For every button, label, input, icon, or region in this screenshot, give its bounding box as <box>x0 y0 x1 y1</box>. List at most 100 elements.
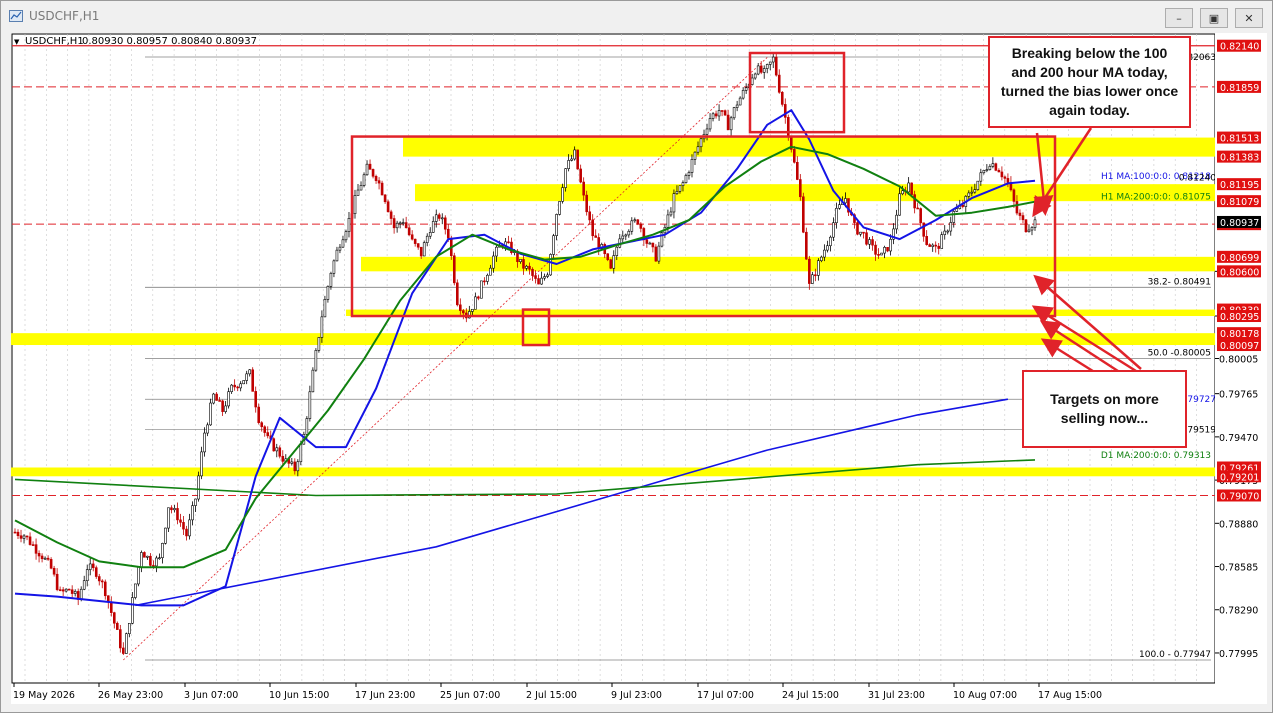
maximize-icon: ▣ <box>1208 11 1220 25</box>
candle-body <box>52 567 56 575</box>
candle-body <box>895 214 898 230</box>
candle-body <box>155 557 158 567</box>
candle-body <box>549 254 552 276</box>
candle-body <box>1027 229 1031 233</box>
candle-body <box>952 211 956 223</box>
candle-body <box>627 230 631 236</box>
candle-body <box>651 242 655 248</box>
minimize-button[interactable]: – <box>1165 8 1193 28</box>
candle-body <box>546 274 549 277</box>
candle-body <box>332 260 336 274</box>
candle-body <box>446 228 450 239</box>
y-tick-label: 0.77995 <box>1219 649 1258 660</box>
candle-body <box>170 507 173 511</box>
price-chart[interactable]: 38.2- 0.80491 50.0 -0.80005 100.0 - 0.7794… <box>11 33 1267 704</box>
support-resistance-band <box>11 333 1215 346</box>
y-tick-label: 0.78880 <box>1219 519 1258 530</box>
candle-body <box>1024 219 1028 233</box>
candle-body <box>329 272 333 287</box>
fib-level-label: 38.2- 0.80491 <box>1148 277 1211 287</box>
candle-body <box>182 522 185 530</box>
fib-level-label: 100.0 - 0.77947 <box>1139 650 1211 660</box>
chart-area[interactable]: 38.2- 0.80491 50.0 -0.80005 100.0 - 0.7794… <box>11 33 1267 704</box>
candle-body <box>708 118 712 130</box>
candle-body <box>937 245 941 249</box>
candle-body <box>859 231 862 235</box>
candle-body <box>922 222 925 237</box>
candle-body <box>317 337 321 351</box>
candle-body <box>347 218 351 232</box>
candle-body <box>525 265 528 269</box>
candle-body <box>844 198 847 204</box>
candle-body <box>221 400 224 412</box>
candle-body <box>594 235 598 238</box>
candle-body <box>1015 201 1019 214</box>
candle-body <box>817 260 820 276</box>
candle-body <box>832 222 835 238</box>
candle-body <box>474 296 477 310</box>
candle-body <box>717 110 721 117</box>
candle-body <box>91 563 95 568</box>
candle-body <box>58 589 62 591</box>
candle-body <box>1012 189 1016 202</box>
candle-body <box>152 565 155 567</box>
candle-body <box>988 166 992 170</box>
candle-body <box>681 182 685 187</box>
candle-body <box>1033 219 1037 228</box>
candle-body <box>37 553 41 557</box>
candle-body <box>395 222 399 229</box>
candle-body <box>314 350 318 371</box>
candle-body <box>179 519 182 523</box>
reference-label: 0.81240 <box>1179 174 1216 184</box>
candle-body <box>687 172 691 176</box>
candle-body <box>275 447 279 452</box>
candle-body <box>561 187 564 202</box>
candle-body <box>799 179 802 198</box>
candle-body <box>723 110 727 116</box>
candle-body <box>368 163 372 170</box>
candle-body <box>705 128 709 135</box>
candle-body <box>116 622 119 630</box>
candle-body <box>591 219 594 237</box>
candle-body <box>239 383 242 389</box>
candle-body <box>814 274 817 277</box>
candle-body <box>762 68 766 73</box>
candle-body <box>266 432 270 437</box>
ma-label: D1 MA:200:0:0: 0.79313 <box>1101 451 1211 461</box>
candle-body <box>615 246 619 256</box>
candle-body <box>684 175 688 183</box>
candle-body <box>61 589 65 592</box>
candle-body <box>34 544 38 554</box>
price-level-tag-text: 0.79070 <box>1220 491 1259 502</box>
candle-body <box>338 246 342 251</box>
candle-body <box>507 241 510 244</box>
candle-body <box>759 65 763 73</box>
candle-body <box>726 114 730 131</box>
maximize-button[interactable]: ▣ <box>1200 8 1228 28</box>
candle-body <box>362 174 366 186</box>
x-tick-label: 17 Aug 15:00 <box>1038 690 1102 701</box>
candle-body <box>970 191 974 194</box>
symbol-label: USDCHF,H1 <box>25 36 84 47</box>
candle-body <box>711 113 715 119</box>
y-tick-label: 0.79470 <box>1219 433 1258 444</box>
candle-body <box>326 286 330 300</box>
candle-body <box>230 384 233 392</box>
candle-body <box>43 557 47 560</box>
x-tick-label: 17 Jul 07:00 <box>697 690 754 701</box>
candle-body <box>928 244 931 247</box>
dropdown-icon: ▼ <box>14 38 20 46</box>
candle-body <box>100 580 104 583</box>
close-button[interactable]: ✕ <box>1235 8 1263 28</box>
candle-body <box>913 194 916 209</box>
candle-body <box>558 201 561 215</box>
x-tick-label: 3 Jun 07:00 <box>184 690 238 701</box>
candle-body <box>374 175 378 181</box>
candle-body <box>197 475 200 500</box>
candle-body <box>272 438 276 452</box>
y-tick-label: 0.80005 <box>1219 355 1258 366</box>
candle-body <box>738 97 742 106</box>
candle-body <box>997 170 1001 173</box>
candle-body <box>320 316 324 338</box>
price-level-tag-text: 0.81079 <box>1220 197 1259 208</box>
